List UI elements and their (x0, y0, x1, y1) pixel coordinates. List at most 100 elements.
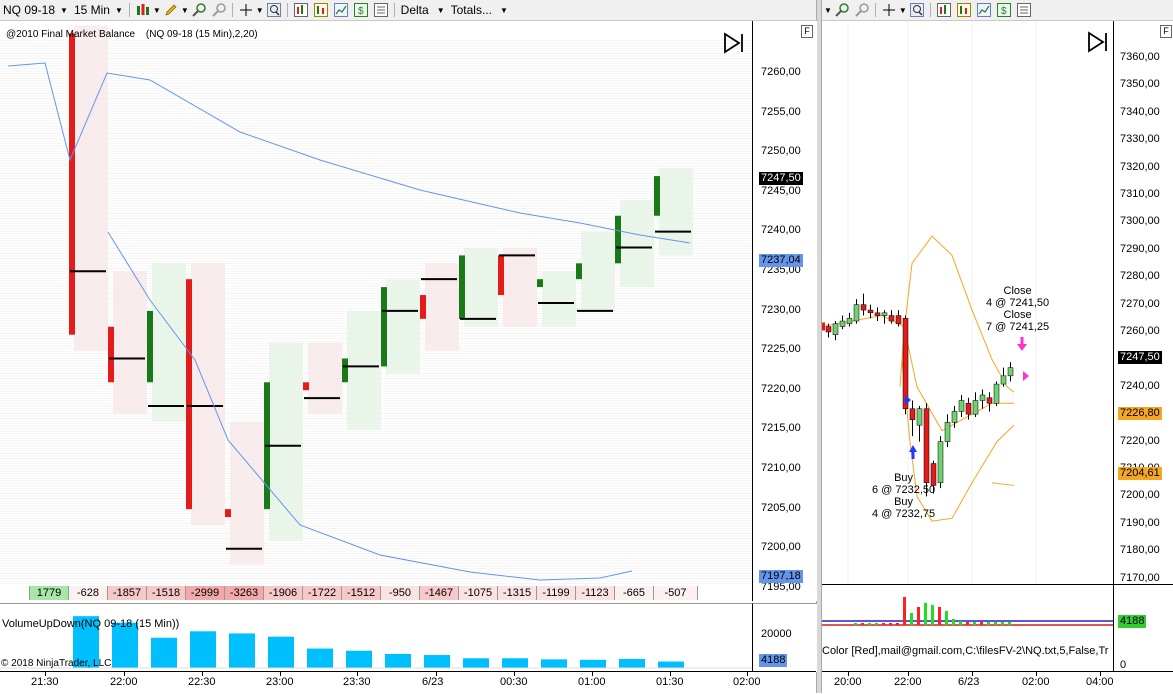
left-price-pane[interactable]: @2010 Final Market Balance (NQ 09-18 (15… (0, 21, 752, 586)
price-axis-label: 7180,00 (1120, 544, 1160, 557)
left-volume-pane[interactable]: VolumeUpDown(NQ 09-18 (15 Min)) © 2018 N… (0, 603, 752, 672)
candle-body (867, 309, 874, 314)
right-price-pane[interactable]: Close 4 @ 7241,50 Close 7 @ 7241,25 Buy … (822, 21, 1113, 584)
svg-text:$: $ (1001, 6, 1007, 17)
candle-body (937, 441, 944, 483)
properties-icon[interactable] (373, 3, 388, 17)
toolbar-divider (874, 3, 876, 17)
chevron-down-icon[interactable]: ▼ (181, 6, 189, 15)
candle-body (986, 397, 993, 404)
volume-bar (875, 623, 878, 625)
interval-selector[interactable]: 15 Min ▼ (71, 1, 126, 19)
footprint-bar (615, 215, 621, 264)
time-tick (357, 672, 358, 676)
toolbar-divider (286, 3, 288, 17)
instrument-selector[interactable]: NQ 09-18 ▼ (0, 1, 71, 19)
panel-flag[interactable]: F (801, 25, 813, 38)
price-axis-label: 7270,00 (1120, 297, 1160, 310)
time-axis-label: 22:00 (894, 676, 922, 688)
price-axis-label: 7220,00 (1120, 434, 1160, 447)
pencil-icon[interactable] (164, 3, 178, 17)
left-time-axis[interactable]: 21:30 22:00 22:30 23:00 23:30 6/23 00:30 01:00 0… (0, 671, 816, 694)
footprint-bar (303, 382, 309, 391)
footprint-bar (69, 33, 75, 335)
volume-bar (973, 622, 976, 625)
magnifier-icon[interactable] (909, 3, 924, 17)
left-price-axis[interactable]: 7260,00 7255,00 7250,00 7245,00 7240,00 7235,… (752, 21, 817, 601)
indicator-name: @2010 Final Market Balance (6, 29, 136, 40)
volume-bar (541, 659, 567, 668)
bar-type-icon[interactable] (136, 3, 150, 17)
delta-selector[interactable]: Delta ▼ (398, 1, 448, 19)
price-axis-label: 7280,00 (1120, 270, 1160, 283)
delta-cell: -1906 (264, 586, 303, 600)
properties-icon[interactable] (1016, 3, 1031, 17)
candle-body (1007, 367, 1014, 377)
chevron-down-icon[interactable]: ▼ (824, 6, 832, 15)
time-axis-label: 02:00 (1022, 676, 1050, 688)
volume-indicator-label: VolumeUpDown(NQ 09-18 (15 Min)) (2, 618, 180, 630)
panel-flag[interactable]: F (1160, 25, 1172, 38)
footprint-profile (425, 263, 459, 351)
footprint-profile (113, 271, 147, 414)
chevron-down-icon[interactable]: ▼ (153, 6, 161, 15)
strategies-icon[interactable] (313, 3, 328, 17)
price-axis-label: 7260,00 (1120, 325, 1160, 337)
time-axis-label: 6/23 (958, 676, 980, 688)
footprint-bar (498, 255, 504, 296)
last-price-tag: 7247,50 (1118, 351, 1162, 364)
crosshair-icon[interactable] (239, 3, 253, 17)
volume-axis-label: 0 (1120, 659, 1127, 671)
footprint-bar (186, 279, 192, 510)
footprint-profile (503, 247, 537, 327)
right-volume-chart (822, 597, 1113, 626)
candle-body (860, 304, 867, 311)
footprint-bar (342, 358, 348, 383)
chevron-down-icon[interactable]: ▼ (256, 6, 264, 15)
scroll-to-end-icon[interactable] (722, 32, 746, 57)
chevron-down-icon[interactable]: ▼ (899, 6, 907, 15)
zoom-in-icon[interactable] (835, 3, 849, 17)
close-annotation-2-detail: 7 @ 7241,25 (986, 321, 1050, 333)
dollar-icon[interactable]: $ (996, 3, 1011, 17)
right-volume-pane[interactable]: Color [Red],mail@gmail.com,C:\filesFV-2\… (822, 584, 1113, 672)
zoom-out-icon[interactable] (855, 3, 869, 17)
volume-bar (1008, 622, 1011, 625)
volume-bar (854, 623, 857, 625)
volume-bar (903, 597, 906, 625)
footprint-bar (108, 326, 114, 383)
buy-annotation-2-title: Buy (894, 496, 914, 508)
footprint-bar (537, 279, 543, 288)
price-axis-label: 7310,00 (1120, 188, 1160, 200)
footprint-profile (581, 231, 615, 311)
delta-cell: -2999 (186, 586, 225, 600)
right-price-axis[interactable]: 7360,00 7350,00 7340,00 7330,00 7320,00 7310,… (1113, 21, 1173, 584)
left-volume-axis: 20000 4188 (752, 603, 817, 672)
time-tick (747, 672, 748, 676)
zoom-in-icon[interactable] (192, 3, 206, 17)
indicators-icon[interactable] (936, 3, 951, 17)
zoom-out-icon[interactable] (212, 3, 226, 17)
delta-cell: -665 (615, 586, 654, 600)
indicators-icon[interactable] (293, 3, 308, 17)
right-volume-axis: 4188 0 (1113, 584, 1173, 672)
right-toolbar: ▼ ▼ $ (822, 0, 1173, 21)
candle-body (958, 400, 965, 412)
time-axis-label: 00:30 (500, 676, 528, 688)
dollar-icon[interactable]: $ (353, 3, 368, 17)
footprint-profile (308, 342, 342, 414)
time-tick (436, 672, 437, 676)
scroll-to-end-icon[interactable] (1086, 31, 1110, 56)
crosshair-icon[interactable] (882, 3, 896, 17)
chart-style-icon[interactable] (333, 3, 348, 17)
right-time-axis[interactable]: 20:00 22:00 6/23 02:00 04:00 (822, 671, 1173, 694)
chart-style-icon[interactable] (976, 3, 991, 17)
candle-body (1000, 375, 1007, 385)
chevron-down-icon: ▼ (436, 5, 445, 15)
footprint-bar (381, 287, 387, 367)
strategies-icon[interactable] (956, 3, 971, 17)
price-axis-label: 7200,00 (1120, 489, 1160, 502)
totals-selector[interactable]: Totals... ▼ (448, 1, 511, 19)
magnifier-icon[interactable] (266, 3, 281, 17)
svg-text:$: $ (358, 6, 364, 17)
